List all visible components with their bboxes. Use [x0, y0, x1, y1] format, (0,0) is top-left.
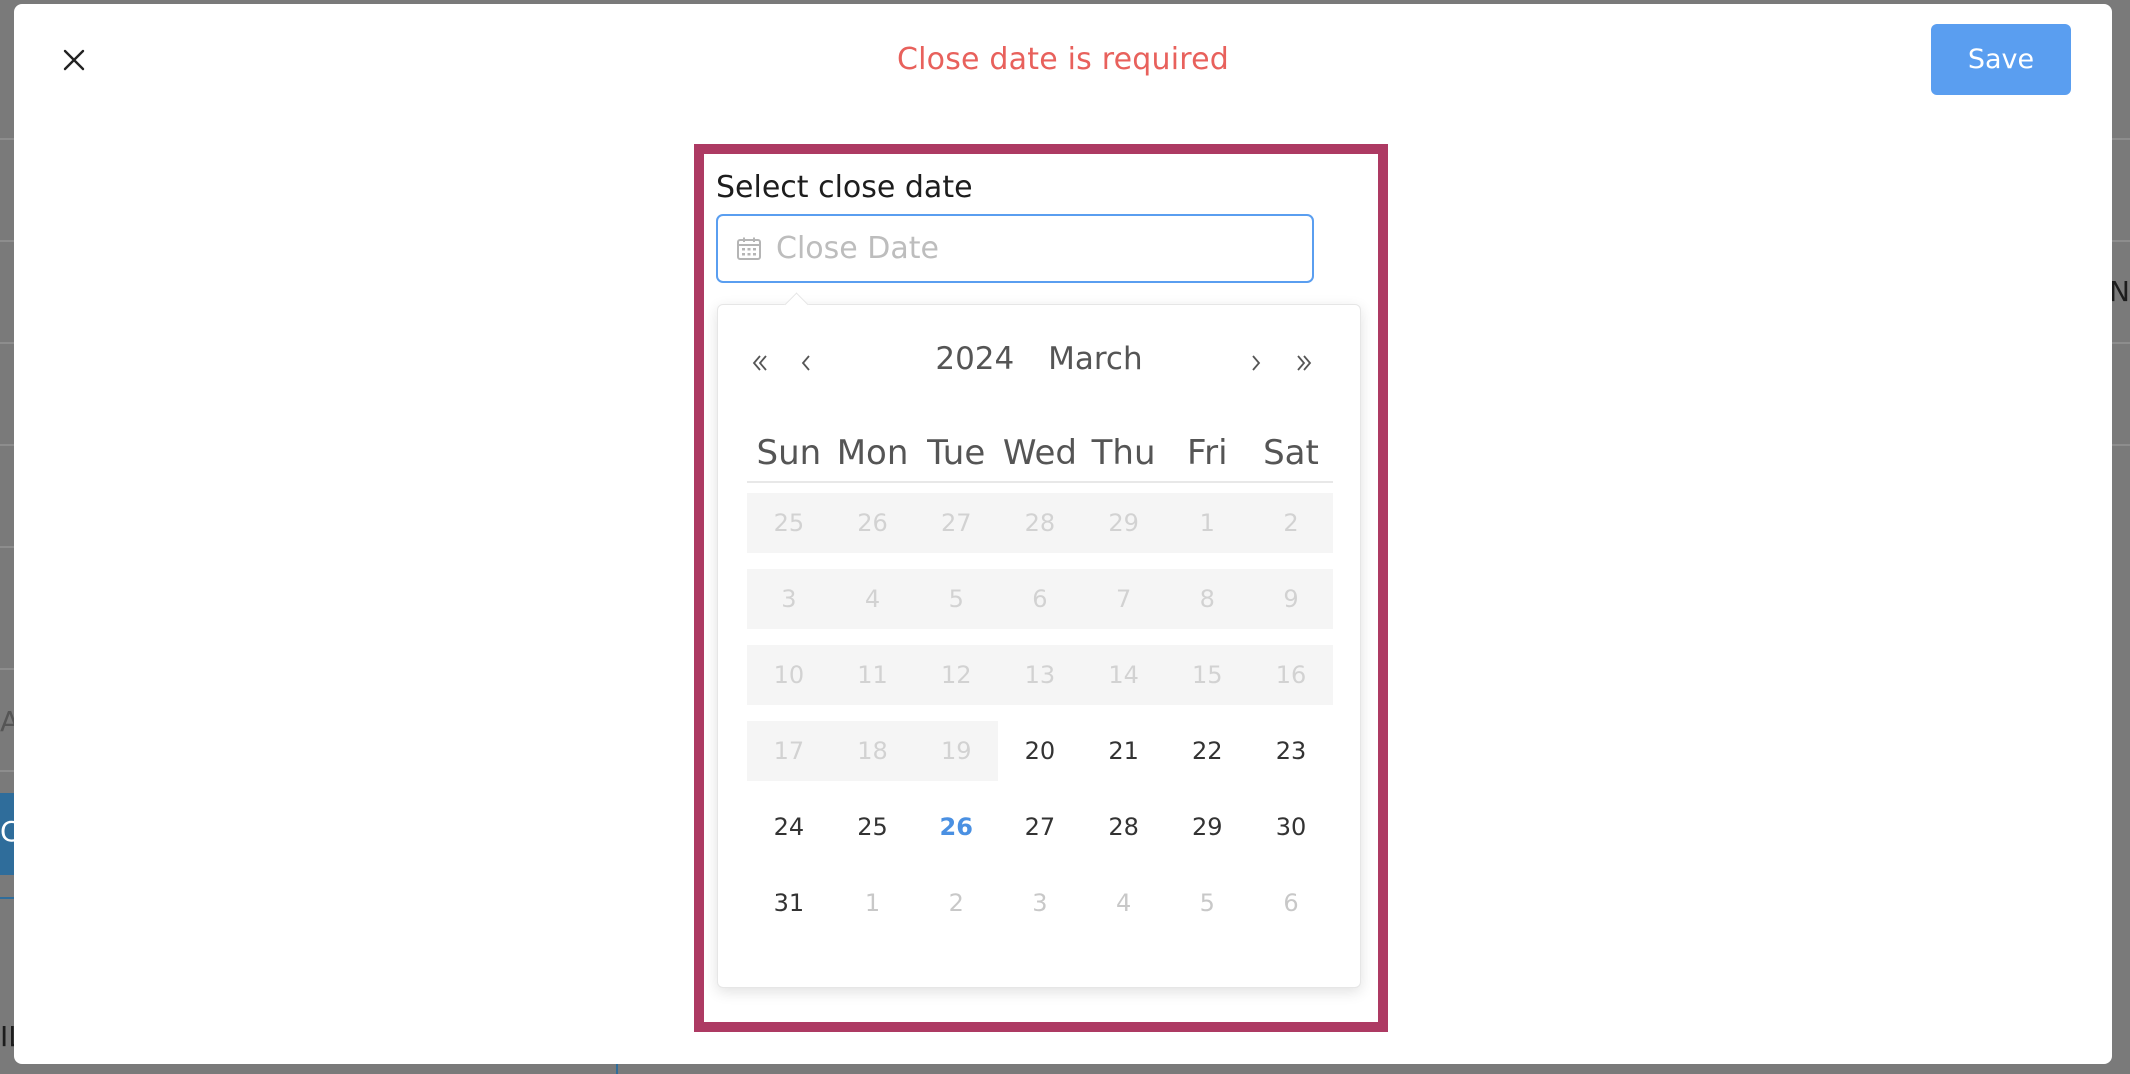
weekday-label: Thu [1091, 433, 1156, 473]
calendar-day-today[interactable]: 26 [914, 797, 998, 857]
bg-divider [2112, 342, 2130, 344]
calendar-popup: 2024 March Sun Mon Tue Wed Thu Fri Sat 2… [717, 292, 1361, 988]
bg-divider [0, 770, 14, 772]
calendar-day[interactable]: 20 [998, 721, 1082, 781]
calendar-day: 28 [998, 493, 1082, 553]
calendar-day[interactable]: 24 [747, 797, 831, 857]
calendar-day: 5 [914, 569, 999, 629]
calendar-day[interactable]: 30 [1249, 797, 1333, 857]
close-date-field[interactable] [716, 214, 1314, 283]
field-label: Select close date [716, 170, 973, 205]
calendar-day[interactable]: 29 [1165, 797, 1249, 857]
calendar-week-row: 17 18 19 20 21 22 23 [747, 721, 1333, 781]
calendar-day: 9 [1249, 569, 1333, 629]
bg-divider [0, 897, 14, 899]
save-button[interactable]: Save [1931, 24, 2071, 95]
bg-text-fragment: N [2109, 275, 2130, 308]
weekday-label: Tue [927, 433, 986, 473]
weekday-label: Wed [1002, 433, 1077, 473]
bg-divider [0, 546, 14, 548]
close-date-modal: Close date is required Save Select close… [14, 4, 2112, 1064]
popup-arrow [784, 292, 809, 317]
bg-divider [0, 342, 14, 344]
weekday-label: Sun [756, 433, 822, 473]
calendar-day: 1 [1165, 493, 1250, 553]
calendar-day: 8 [1165, 569, 1250, 629]
bg-button-fragment: C [0, 793, 20, 875]
calendar-weeks: 25 26 27 28 29 1 2 3 4 5 6 7 8 9 10 11 12 13 14 15 16 17 18 19 2… [747, 493, 1333, 933]
calendar-week-row: 3456789 [747, 569, 1333, 629]
next-month-button[interactable] [1238, 345, 1274, 381]
bg-divider [0, 138, 14, 140]
calendar-day: 3 [747, 569, 831, 629]
calendar-grid: Sun Mon Tue Wed Thu Fri Sat 25 26 27 28 29 1 2… [747, 425, 1333, 933]
error-message: Close date is required [896, 42, 1230, 77]
calendar-day: 12 [914, 645, 999, 705]
calendar-day: 27 [914, 493, 999, 553]
month-select[interactable]: March [1048, 341, 1143, 377]
calendar-day: 14 [1081, 645, 1166, 705]
calendar-day: 29 [1081, 493, 1166, 553]
date-picker-highlight: Select close date Close Date 2024 March … [694, 144, 1388, 1032]
calendar-day[interactable]: 23 [1249, 721, 1333, 781]
calendar-day[interactable]: 21 [1082, 721, 1166, 781]
calendar-day[interactable]: 31 [747, 873, 831, 933]
calendar-day: 17 [747, 721, 831, 781]
year-select[interactable]: 2024 [935, 341, 1014, 377]
bg-divider [2112, 240, 2130, 242]
calendar-day: 13 [998, 645, 1082, 705]
double-chevron-right-icon [1297, 355, 1312, 371]
weekday-header: Sun Mon Tue Wed Thu Fri Sat [747, 425, 1333, 483]
calendar-day[interactable]: 25 [831, 797, 915, 857]
calendar-day[interactable]: 5 [1165, 873, 1249, 933]
calendar-day[interactable]: 1 [831, 873, 915, 933]
calendar-week-row: 10 11 12 13 14 15 16 [747, 645, 1333, 705]
calendar-day: 16 [1249, 645, 1333, 705]
calendar-day: 4 [830, 569, 915, 629]
bg-divider [616, 1064, 618, 1074]
weekday-label: Fri [1187, 433, 1228, 473]
calendar-day: 7 [1081, 569, 1166, 629]
calendar-day[interactable]: 3 [998, 873, 1082, 933]
bg-divider [0, 668, 14, 670]
calendar-day: 25 [747, 493, 831, 553]
calendar-day: 10 [747, 645, 831, 705]
calendar-day: 18 [830, 721, 915, 781]
next-year-button[interactable] [1286, 345, 1322, 381]
calendar-day: 15 [1165, 645, 1250, 705]
calendar-week-row: 25 26 27 28 29 1 2 [747, 493, 1333, 553]
calendar-day[interactable]: 6 [1249, 873, 1333, 933]
calendar-day: 11 [830, 645, 915, 705]
calendar-day[interactable]: 22 [1165, 721, 1249, 781]
weekday-label: Mon [836, 433, 909, 473]
calendar-day[interactable]: 27 [998, 797, 1082, 857]
bg-divider [2112, 138, 2130, 140]
chevron-right-icon [1252, 355, 1261, 371]
calendar-day: 6 [998, 569, 1082, 629]
bg-divider [0, 444, 14, 446]
calendar-day[interactable]: 4 [1082, 873, 1166, 933]
bg-divider [0, 240, 14, 242]
calendar-day: 19 [914, 721, 999, 781]
weekday-label: Sat [1263, 433, 1319, 473]
calendar-week-row: 31 1 2 3 4 5 6 [747, 873, 1333, 933]
calendar-day: 26 [830, 493, 915, 553]
close-date-input[interactable] [774, 230, 1278, 267]
bg-divider [2112, 444, 2130, 446]
calendar-icon [737, 237, 761, 260]
calendar-day[interactable]: 28 [1082, 797, 1166, 857]
calendar-day: 2 [1249, 493, 1333, 553]
calendar-day[interactable]: 2 [914, 873, 998, 933]
calendar-week-row: 24 25 26 27 28 29 30 [747, 797, 1333, 857]
